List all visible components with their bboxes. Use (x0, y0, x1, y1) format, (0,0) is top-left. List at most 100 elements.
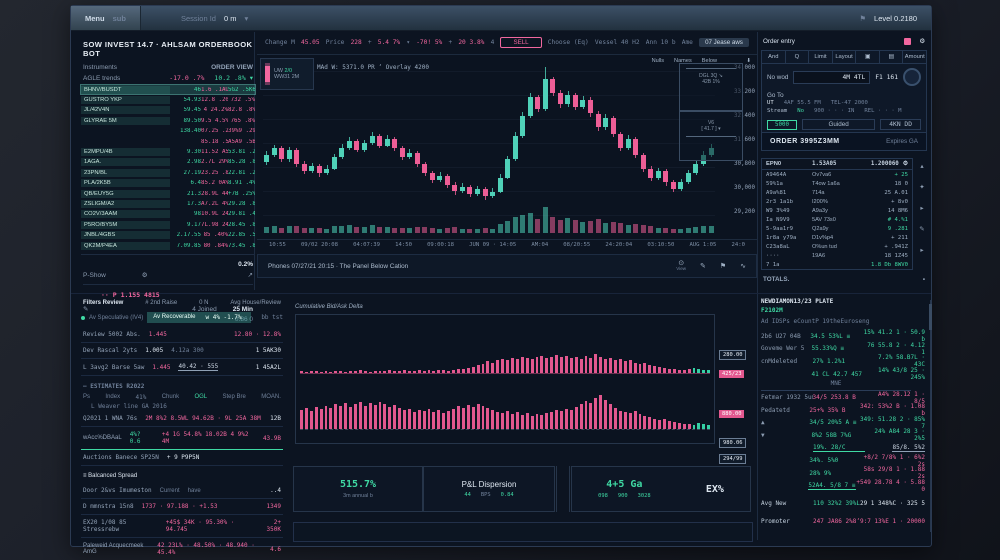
watchlist-row[interactable]: 138.4007.25 .25%39%9 .29 (81, 127, 255, 136)
metric-row[interactable]: PsIndex41%ChunkOGLStep BreMOAN. (83, 394, 281, 401)
metric-row[interactable]: D mmnstra 15n81737 · 97.188 · +1.531349 (81, 499, 283, 515)
toolbar-item[interactable]: SELL (500, 37, 541, 48)
trade-row[interactable]: W9 3%49A9a3y14 8M6 (762, 206, 912, 215)
position-row[interactable]: 19%. 28/C85/8. 5%2 (761, 442, 925, 455)
metric-row[interactable]: Paleweid Acquecmeek AmG42 23L% · 48.50% … (81, 538, 283, 560)
trade-row[interactable]: Ia N9V95AV 73s0# 4.%1 (762, 215, 912, 224)
position-row[interactable]: 28% 9%58s 29/8 1 · 1.88 2s (761, 467, 925, 480)
trade-row[interactable]: A9464AOv7va6+ 25 (762, 170, 912, 179)
tool-icon[interactable]: ∿ (740, 263, 746, 270)
watchlist-row[interactable]: 85.18 .5%A5A9 .5B (81, 137, 255, 146)
candlestick-chart[interactable]: 34,00033,20032,40031,60030,80030,00029,2… (257, 54, 757, 240)
order-tab[interactable]: Limit (809, 51, 833, 63)
position-row[interactable]: ▲34/5 20%5 A ≡349: 51.28 2 · 85% 7 (761, 417, 925, 430)
order-tab[interactable]: Q (786, 51, 810, 63)
summary-row[interactable]: Promoter247 JA86 2%8ʼ9:7 13%E 1 · 20000 (761, 514, 925, 528)
watchlist-row[interactable]: CO2V/3AAM9810.9L 24%29.81 .4% (81, 210, 255, 219)
speculative-filter-row[interactable]: Av Speculative (IV4) Av Recoverablew 4% … (81, 312, 283, 323)
trade-row[interactable]: C23a8aLO%un tud+ .941Z (762, 242, 912, 251)
position-row[interactable]: 34%. 5%0+8/2 7/8% 1 · 6%2 2s (761, 454, 925, 467)
menu-tab[interactable]: Menu sub (71, 6, 141, 30)
metric-row[interactable]: Dev Rascal 2yts1.0054.12a 3001 5AK30 (81, 343, 283, 359)
position-row[interactable]: Pedatetd25+% 35% B342: 53%2 B · 1.08 b (761, 404, 925, 417)
metric-row[interactable]: EX20 1/08 85 Stressrebw+45$ 34K · 95.30%… (81, 515, 283, 538)
totals-icon[interactable]: ▪ (923, 276, 925, 283)
gear-icon[interactable]: ⚙ (142, 271, 148, 279)
expand-icon[interactable]: ↗ (248, 271, 253, 279)
position-row[interactable]: F2102M (761, 307, 925, 314)
watchlist-row[interactable]: QK2M/P4EA7.09.8580 .84%73.45 .8% (81, 241, 255, 250)
trade-row[interactable]: 5-9aa1r9Q2a9y9 .281 (762, 224, 912, 233)
rail-icon[interactable]: ✎ (919, 225, 924, 233)
metric-row[interactable]: ≡ Balcanced Spread (83, 473, 281, 479)
order-view-button[interactable]: ORDER VIEW (211, 64, 253, 71)
watchlist-row[interactable]: JL/42V4N59.454 24.2%82.8 .8% (81, 106, 255, 115)
position-row[interactable]: 41 CL 42.7 457714% 43/8 25 · 245% (761, 368, 925, 381)
delta-histogram[interactable] (295, 314, 715, 444)
position-row[interactable]: ▼8%2 58B 7%G24% A84 28 3 · 2%5 (761, 429, 925, 442)
metric-row[interactable]: L Weaver line GA 2016 (91, 403, 281, 410)
session-selector[interactable]: Session Id 0 m ▾ (181, 14, 248, 23)
quantity-chip[interactable]: 5000 (767, 120, 797, 130)
rail-icon[interactable]: ▴ (920, 162, 923, 170)
metric-row[interactable]: Q2021 1 WNA 76s2M 8%2 8.5WL 94.62B · 9L … (81, 411, 283, 427)
toolbar-item[interactable]: 228 (351, 39, 362, 46)
toolbar-item[interactable]: Change M (265, 39, 295, 46)
toolbar-item[interactable]: 45.05 (301, 39, 320, 46)
flag-icon[interactable]: ⚑ (859, 14, 866, 23)
trade-row[interactable]: 2r3 1a1bI200%+ 8v0 (762, 197, 912, 206)
watchlist-row[interactable]: GUSTRO YKP54.9312.8 .202732 .5% (81, 95, 255, 104)
watchlist-row[interactable]: ZSLIGM/A217.3A7.2L 4%29.28 .8% (81, 199, 255, 208)
gear-icon[interactable]: ⚙ (903, 161, 908, 167)
watchlist-row[interactable]: E2MPU/4B9.3011.52 A5%53.81 .25% (81, 147, 255, 156)
order-tab[interactable]: ▣ (856, 51, 880, 63)
rail-icon[interactable]: ▸ (920, 246, 923, 254)
rail-icon[interactable]: ✦ (919, 183, 924, 191)
toolbar-item[interactable]: -70! 5% (416, 39, 442, 46)
position-row[interactable]: Ad IDSPs eCountP 19theEuroseng (761, 318, 925, 325)
position-row[interactable]: 52A4. 5/8 7 ≡+549 28.78 4 · 5.88 0 (761, 480, 925, 493)
watchlist-row[interactable]: JNBL/4GBS2.17.5585 .40%22.85 .5% (81, 230, 255, 239)
position-row[interactable]: Goveme Wer 555.33%Q ≡76 55.8 2 · 4.12 1 (761, 343, 925, 356)
chevron-down-icon[interactable]: ▾ (250, 74, 253, 82)
metric-row[interactable]: Auctions Banece SP25N+ 9 P9P5N (81, 450, 283, 466)
position-row[interactable]: 2b6 U27 04B34.5 53%L ≡15% 41.2 1 · 50.9 … (761, 330, 925, 343)
scrollbar-thumb[interactable] (929, 304, 932, 330)
toolbar-item[interactable]: + (448, 39, 452, 46)
metric-row[interactable]: Door 2&vs ImumestonCurrenthave..4 (81, 483, 283, 499)
toolbar-item[interactable]: 20 3.8% (458, 39, 484, 46)
download-icon[interactable]: ⬇ (746, 58, 751, 64)
recoverable-chip[interactable]: Av Recoverablew 4% -1.7% (147, 312, 251, 323)
toolbar-item[interactable]: Ame (682, 39, 693, 46)
order-tab[interactable]: Amount (903, 51, 926, 63)
watchlist-row[interactable]: PLA/2K5B6.485.2 0A%8.91 .4% (81, 179, 255, 188)
position-row[interactable]: Fetmar 1932 5um34/5 253.8 BA4% 28.12 1 ·… (761, 391, 925, 404)
trade-row[interactable]: A9a%81714a25 A.01 (762, 188, 912, 197)
toolbar-item[interactable]: Price (326, 39, 345, 46)
summary-row[interactable]: Avg New110 32%2 39%L29 1 348%C · 325 5 (761, 496, 925, 510)
chevron-down-icon[interactable]: ▾ (244, 14, 248, 23)
toolbar-item[interactable]: 07 Jease aws (699, 38, 749, 47)
trade-row[interactable]: ····19A618 1Z45 (762, 251, 912, 260)
chart-annotation-box[interactable]: DGL 3Q ↘ 42B 1% (679, 63, 743, 111)
target-icon[interactable] (903, 68, 921, 86)
watchlist-row[interactable]: GLYRAE 5M89.509.5 4.5%765 .8% (81, 116, 255, 125)
metric-row[interactable]: wAcc%DBAaL4%? 0.6+4 1G 54.8% 18.02B 4 9%… (81, 427, 283, 450)
watchlist-row[interactable]: BHNV/BUSDT461.6 .1AU5G2 .5K6 (81, 85, 255, 94)
position-row[interactable]: cnMdeleted27% 1.2%17.2% 58.B7L · 43C (761, 355, 925, 368)
show-label[interactable]: P-Show (83, 272, 106, 279)
trade-row[interactable]: 59%1aT4ow 1a6a18 0 (762, 179, 912, 188)
order-tab[interactable]: And (762, 51, 786, 63)
toolbar-item[interactable]: Choose (Eq) (548, 39, 589, 46)
metric-row[interactable]: L 3avg2 Barse 5aw1.44540.42 · 5551 45A2L (81, 359, 283, 376)
mode-select[interactable]: Guided (802, 119, 875, 130)
gear-icon[interactable]: ⚙ (919, 38, 925, 45)
trade-row[interactable]: 7 1a1.8 Db 8WV0 (762, 260, 912, 269)
filter-name[interactable]: AGLE trends (83, 75, 120, 82)
tool-icon[interactable]: ⚑ (720, 263, 726, 270)
amount-input[interactable]: 4M 4TL (793, 71, 870, 84)
tool-icon[interactable]: ✎ (700, 263, 706, 270)
position-row[interactable]: NEWDIAMON13/23 PLATE (761, 298, 925, 305)
metric-row[interactable]: – ESTIMATES R2022 (83, 383, 281, 390)
toolbar-item[interactable]: Vessel 40 H2 (595, 39, 640, 46)
